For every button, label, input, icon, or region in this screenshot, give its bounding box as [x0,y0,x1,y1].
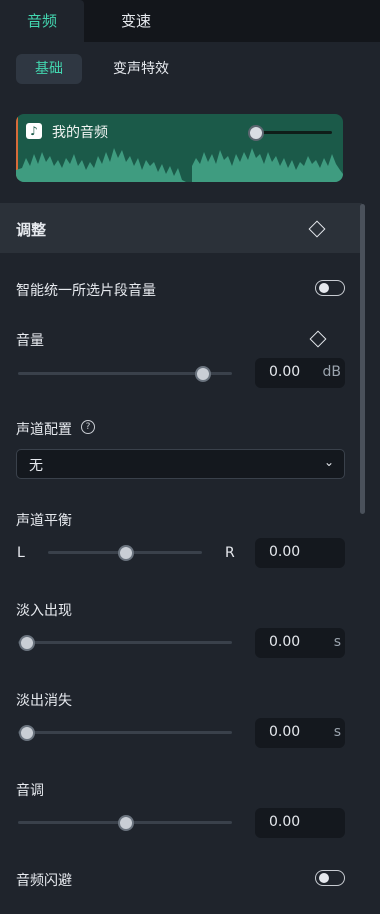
normalize-label: 智能统一所选片段音量 [16,283,156,299]
subtab-voice-effects[interactable]: 变声特效 [96,54,186,84]
section-title: 调整 [16,221,47,239]
adjust-section-header[interactable]: 调整 [0,203,362,253]
fade-in-unit: s [333,634,341,650]
subtab-basic[interactable]: 基础 [16,54,82,84]
volume-value: 0.00 [269,364,301,380]
fade-in-value: 0.00 [269,634,301,650]
balance-value: 0.00 [269,544,301,560]
pitch-value: 0.00 [269,814,301,830]
pitch-slider-knob[interactable] [118,815,134,831]
clip-volume-track[interactable] [254,131,332,134]
fade-in-slider-knob[interactable] [19,635,35,651]
keyframe-diamond-icon[interactable] [308,220,326,238]
help-icon[interactable]: ? [81,420,95,434]
fade-in-label: 淡入出现 [16,603,72,619]
audio-clip-card[interactable]: ♪ 我的音频 [16,114,343,182]
volume-label: 音量 [16,333,44,349]
fade-out-value: 0.00 [269,724,301,740]
ducking-toggle[interactable] [315,870,345,886]
fade-out-slider-knob[interactable] [19,725,35,741]
channel-config-value: 无 [29,458,43,474]
music-note-icon: ♪ [26,123,42,139]
normalize-toggle[interactable] [315,280,345,296]
balance-right-label: R [225,545,235,561]
balance-slider-knob[interactable] [118,545,134,561]
fade-out-label: 淡出消失 [16,693,72,709]
toggle-dot [319,873,329,883]
fade-out-slider-track[interactable] [18,731,232,734]
balance-value-field[interactable]: 0.00 [255,538,345,568]
pitch-label: 音调 [16,783,44,799]
balance-left-label: L [17,545,25,561]
volume-unit: dB [322,364,342,380]
volume-slider-knob[interactable] [195,366,211,382]
fade-in-value-field[interactable]: 0.00 s [255,628,345,658]
fade-out-unit: s [333,724,341,740]
channel-config-label: 声道配置 [16,422,72,438]
balance-label: 声道平衡 [16,513,72,529]
clip-volume-knob[interactable] [248,125,264,141]
scrollbar[interactable] [360,204,365,514]
volume-keyframe-diamond-icon[interactable] [309,330,327,348]
waveform [16,148,343,182]
fade-in-slider-track[interactable] [18,641,232,644]
channel-config-select[interactable]: 无 ⌄ [16,449,345,479]
tab-speed[interactable]: 变速 [96,0,176,42]
volume-value-field[interactable]: 0.00 dB [255,358,345,388]
clip-name: 我的音频 [52,125,108,141]
top-tab-bar: 音频 变速 [0,0,380,42]
chevron-down-icon: ⌄ [323,455,334,469]
fade-out-value-field[interactable]: 0.00 s [255,718,345,748]
toggle-dot [319,283,329,293]
pitch-value-field[interactable]: 0.00 [255,808,345,838]
tab-audio[interactable]: 音频 [0,0,84,42]
ducking-label: 音频闪避 [16,873,72,889]
